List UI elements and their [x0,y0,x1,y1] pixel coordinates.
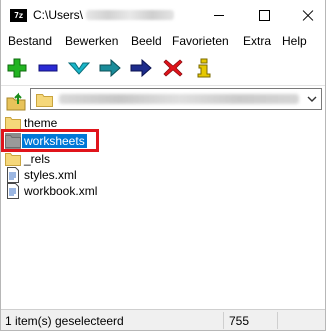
move-button[interactable] [129,56,153,80]
menu-extra[interactable]: Extra [243,34,271,48]
chevron-down-icon[interactable] [306,93,318,105]
copy-button[interactable] [98,56,122,80]
file-name: _rels [24,152,51,166]
toolbar [1,53,325,83]
add-button[interactable] [5,56,29,80]
xml-file-icon [7,183,19,199]
folder-up-button[interactable] [5,90,27,112]
status-bar: 1 item(s) geselecteerd 755 [1,309,325,330]
delete-button[interactable] [161,56,185,80]
extract-icon [38,64,58,72]
menu-bewerken[interactable]: Bewerken [65,34,118,48]
folder-icon [36,94,53,107]
test-button[interactable] [67,56,91,80]
add-icon [7,58,27,78]
extract-button[interactable] [36,56,60,80]
selection-status: 1 item(s) geselecteerd [5,314,124,328]
menu-help[interactable]: Help [282,34,307,48]
menu-beeld[interactable]: Beeld [131,34,162,48]
status-divider [277,312,278,329]
minimize-button[interactable] [196,0,242,30]
redacted-path [86,10,175,20]
address-bar [1,85,325,114]
7zip-app-icon: 7z [10,9,27,22]
menu-favorieten[interactable]: Favorieten [172,34,229,48]
window-title-path: C:\Users\ [33,8,84,22]
file-name: workbook.xml [24,184,98,198]
test-icon [67,62,91,75]
redacted-path [59,94,299,104]
info-icon [197,58,211,78]
window-title: C:\Users\ [33,8,175,22]
highlight-annotation [1,129,99,152]
maximize-button[interactable] [241,0,287,30]
path-combobox[interactable] [30,88,322,110]
folder-icon [5,153,21,166]
info-button[interactable] [192,56,216,80]
file-name: theme [24,116,58,130]
folder-up-icon [6,92,26,111]
move-icon [130,58,152,78]
file-name: styles.xml [24,168,77,182]
title-bar[interactable]: 7z C:\Users\ [1,0,325,30]
menu-bar: Bestand Bewerken Beeld Favorieten Extra … [1,31,325,51]
xml-file-icon [7,167,19,183]
delete-icon [163,59,183,77]
menu-bestand[interactable]: Bestand [8,34,52,48]
close-button[interactable] [284,0,326,30]
status-divider [223,312,224,329]
copy-icon [99,58,121,78]
archive-window: 7z C:\Users\ Bestand Bewerken Beeld Favo… [0,0,326,331]
selection-size: 755 [229,314,250,328]
